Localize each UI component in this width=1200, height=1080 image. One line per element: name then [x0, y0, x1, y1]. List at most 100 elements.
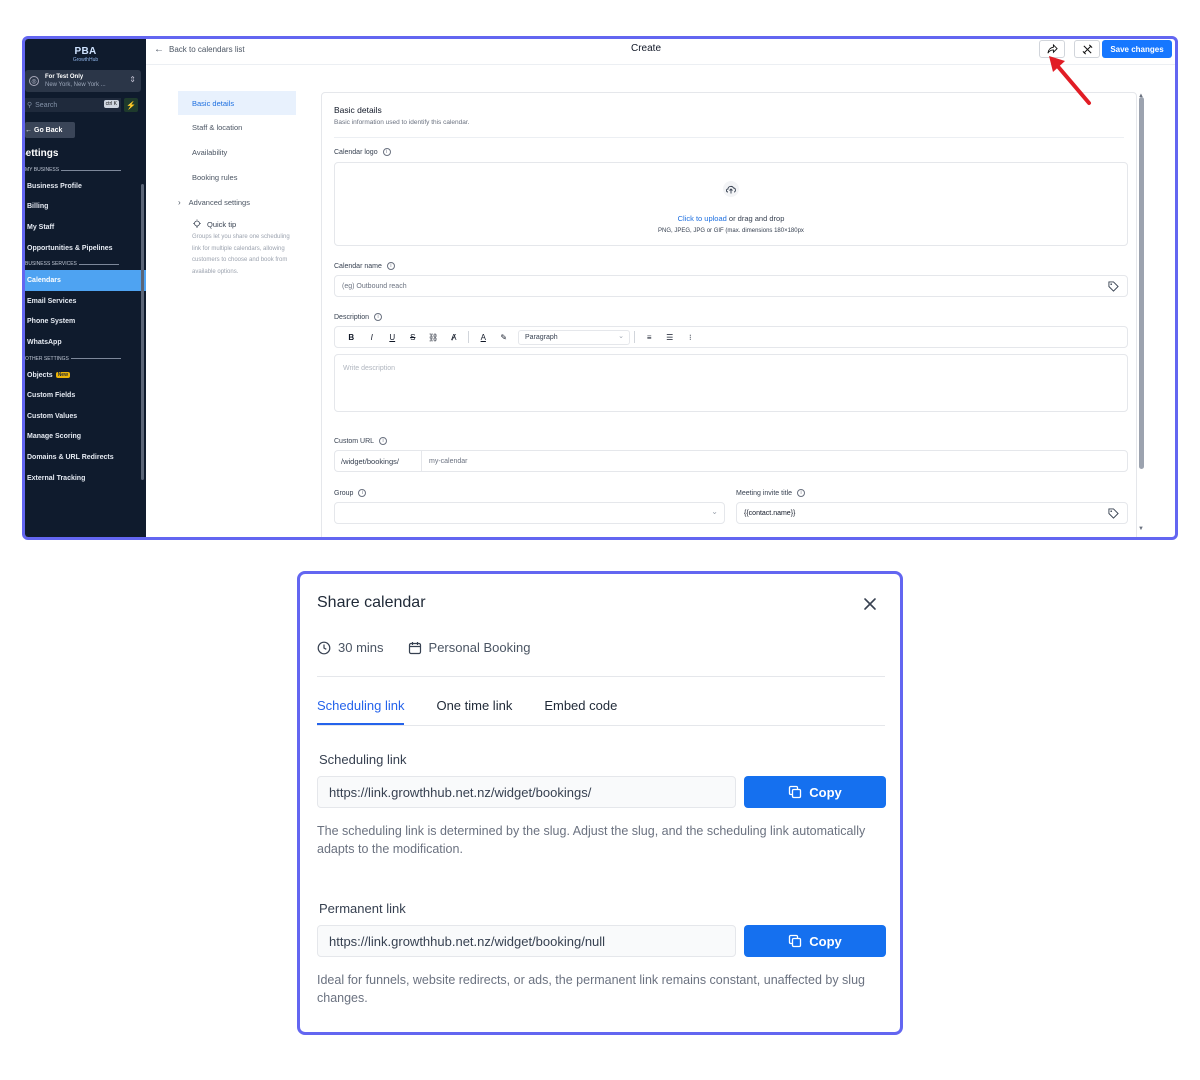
account-switcher[interactable]: ◎ For Test Only New York, New York ... ⇕	[25, 70, 141, 92]
italic-icon[interactable]: I	[362, 333, 383, 342]
sidebar-item-opportunities[interactable]: Opportunities & Pipelines	[25, 238, 146, 259]
highlight-icon[interactable]: ✎	[494, 333, 515, 342]
tab-one-time-link[interactable]: One time link	[436, 698, 512, 725]
sidebar-item-custom-fields[interactable]: Custom Fields	[25, 385, 146, 406]
modal-title: Share calendar	[317, 594, 426, 611]
group-label: Group i	[334, 489, 367, 497]
description-placeholder: Write description	[343, 365, 396, 372]
info-icon[interactable]: i	[379, 437, 388, 445]
form-section-subtitle: Basic information used to identify this …	[334, 119, 470, 126]
clear-format-icon[interactable]: Ⱥ	[444, 333, 465, 342]
logo-text: PBA	[74, 45, 97, 57]
sidebar-item-external-tracking[interactable]: External Tracking	[25, 468, 146, 489]
section-my-business: MY BUSINESS	[25, 166, 146, 174]
sidebar-item-my-staff[interactable]: My Staff	[25, 217, 146, 238]
click-to-upload-link[interactable]: Click to upload	[678, 214, 727, 223]
label-text: Calendar logo	[334, 148, 378, 156]
sidebar-item-billing[interactable]: Billing	[25, 197, 146, 218]
info-icon[interactable]: i	[382, 148, 391, 156]
scheduling-link-input[interactable]: https://link.growthhub.net.nz/widget/boo…	[317, 776, 736, 808]
numbered-list-icon[interactable]: ⁝	[680, 333, 701, 342]
scheduling-link-value: https://link.growthhub.net.nz/widget/boo…	[329, 784, 592, 800]
nav-basic-details[interactable]: Basic details	[178, 91, 296, 115]
info-icon[interactable]: i	[358, 489, 367, 497]
align-icon[interactable]: ≡	[639, 333, 660, 342]
tag-icon[interactable]	[1108, 281, 1119, 292]
app-logo[interactable]: PBA GrowthHub	[25, 39, 146, 65]
logo-upload-dropzone[interactable]: Click to upload or drag and drop PNG, JP…	[334, 162, 1128, 246]
label-text: Custom URL	[334, 437, 375, 445]
url-prefix: /widget/bookings/	[334, 450, 422, 472]
strikethrough-icon[interactable]: S	[403, 333, 424, 342]
quick-tip-title: Quick tip	[207, 219, 237, 229]
copy-scheduling-link-button[interactable]: Copy	[744, 776, 886, 808]
form-scrollbar[interactable]	[1139, 97, 1144, 469]
sidebar: PBA GrowthHub ◎ For Test Only New York, …	[25, 39, 146, 537]
copy-label: Copy	[809, 784, 842, 800]
booking-type-text: Personal Booking	[428, 640, 531, 655]
meeting-invite-title-input[interactable]: {{contact.name}}	[736, 502, 1128, 524]
permanent-link-help: Ideal for funnels, website redirects, or…	[317, 973, 865, 1005]
close-icon[interactable]	[862, 596, 878, 612]
quick-tip: Quick tip Groups let you share one sched…	[178, 219, 296, 278]
sidebar-search-input[interactable]: ⚲ Search ctrl K	[25, 98, 121, 112]
label-text: Group	[334, 489, 354, 497]
text-color-icon[interactable]: A	[473, 333, 494, 342]
sidebar-item-phone-system[interactable]: Phone System	[25, 312, 146, 333]
tab-embed-code[interactable]: Embed code	[544, 698, 617, 725]
calendar-name-input[interactable]: (eg) Outbound reach	[334, 275, 1128, 297]
sidebar-item-calendars[interactable]: Calendars	[25, 270, 146, 291]
sidebar-item-custom-values[interactable]: Custom Values	[25, 406, 146, 427]
section-label: BUSINESS SERVICES	[25, 261, 77, 268]
save-changes-button[interactable]: Save changes	[1102, 40, 1172, 58]
account-icon: ◎	[29, 76, 39, 86]
calendar-logo-label: Calendar logo i	[334, 148, 391, 156]
divider	[317, 725, 885, 726]
form-section-title: Basic details	[334, 105, 382, 115]
info-icon[interactable]: i	[386, 262, 395, 270]
section-label: OTHER SETTINGS	[25, 355, 69, 362]
sidebar-item-objects[interactable]: Objects New	[25, 365, 146, 386]
description-textarea[interactable]: Write description	[334, 354, 1128, 412]
bold-icon[interactable]: B	[341, 333, 362, 342]
permanent-link-input[interactable]: https://link.growthhub.net.nz/widget/boo…	[317, 925, 736, 957]
sidebar-item-business-profile[interactable]: Business Profile	[25, 176, 146, 197]
nav-availability[interactable]: Availability	[178, 140, 296, 165]
tools-icon	[1082, 44, 1092, 54]
chevron-down-icon: ⌄	[711, 507, 718, 516]
toolbar-divider	[634, 331, 635, 343]
label-text: Description	[334, 313, 370, 321]
sidebar-item-email-services[interactable]: Email Services	[25, 291, 146, 312]
info-icon[interactable]: i	[374, 313, 383, 321]
back-to-calendars-link[interactable]: ← Back to calendars list	[154, 44, 245, 55]
share-icon	[1046, 43, 1058, 53]
lightning-icon[interactable]: ⚡	[124, 98, 138, 112]
sidebar-item-domains[interactable]: Domains & URL Redirects	[25, 447, 146, 468]
clock-icon	[317, 641, 331, 654]
url-slug-input[interactable]: my-calendar	[421, 450, 1128, 472]
nav-advanced-settings[interactable]: › Advanced settings	[178, 190, 296, 215]
sidebar-scrollbar[interactable]	[141, 184, 144, 480]
divider	[334, 137, 1124, 138]
new-badge: New	[55, 372, 70, 379]
underline-icon[interactable]: U	[382, 333, 403, 342]
paragraph-style-select[interactable]: Paragraph ⌄	[518, 329, 630, 345]
scroll-down-icon[interactable]: ▼	[1138, 526, 1144, 532]
copy-permanent-link-button[interactable]: Copy	[744, 925, 886, 957]
nav-staff-location[interactable]: Staff & location	[178, 115, 296, 140]
sidebar-item-whatsapp[interactable]: WhatsApp	[25, 332, 146, 353]
bullet-list-icon[interactable]: ☰	[660, 333, 681, 342]
group-select[interactable]: ⌄	[334, 502, 725, 524]
chevron-updown-icon: ⇕	[129, 75, 136, 84]
tab-scheduling-link[interactable]: Scheduling link	[317, 698, 405, 725]
go-back-button[interactable]: ← Go Back	[25, 122, 75, 138]
sidebar-item-manage-scoring[interactable]: Manage Scoring	[25, 427, 146, 448]
calendar-settings-nav: Basic details Staff & location Availabil…	[178, 91, 296, 278]
tag-icon[interactable]	[1108, 508, 1119, 519]
calendar-icon	[408, 641, 421, 654]
nav-booking-rules[interactable]: Booking rules	[178, 165, 296, 190]
link-icon[interactable]: ⛓	[423, 333, 444, 342]
url-slug-placeholder: my-calendar	[429, 457, 468, 465]
info-icon[interactable]: i	[797, 489, 806, 497]
nav-advanced-label: Advanced settings	[188, 198, 250, 207]
